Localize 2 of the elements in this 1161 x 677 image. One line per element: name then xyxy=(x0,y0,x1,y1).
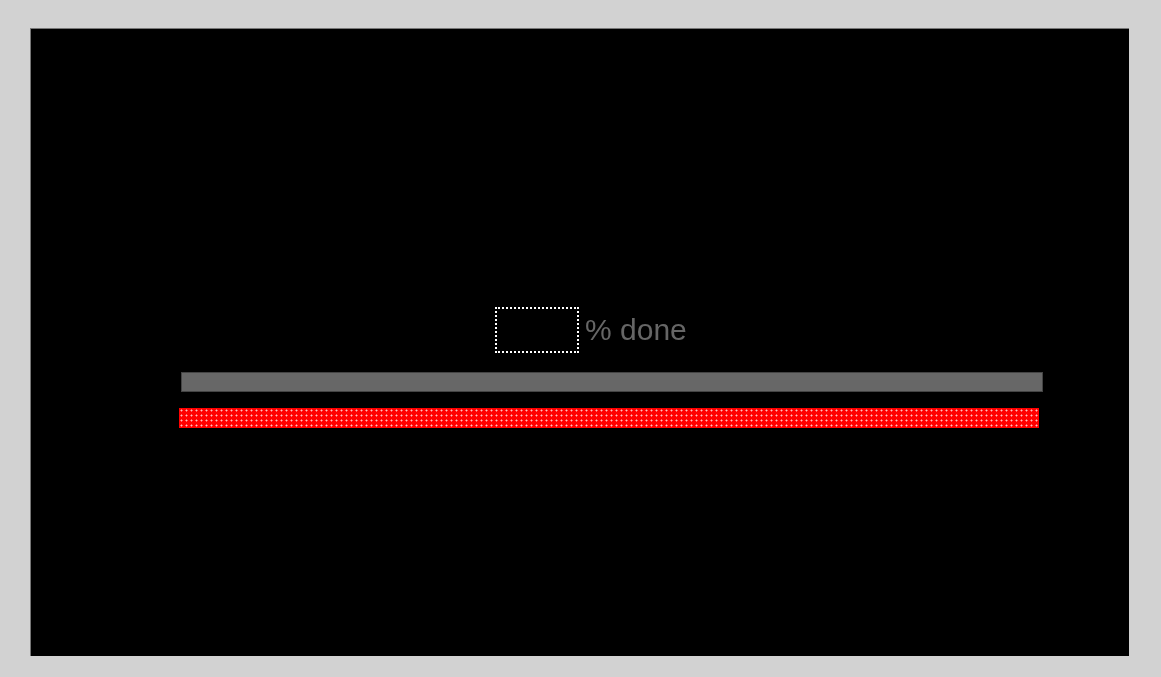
percent-field[interactable] xyxy=(495,307,579,353)
done-label: % done xyxy=(585,313,687,347)
